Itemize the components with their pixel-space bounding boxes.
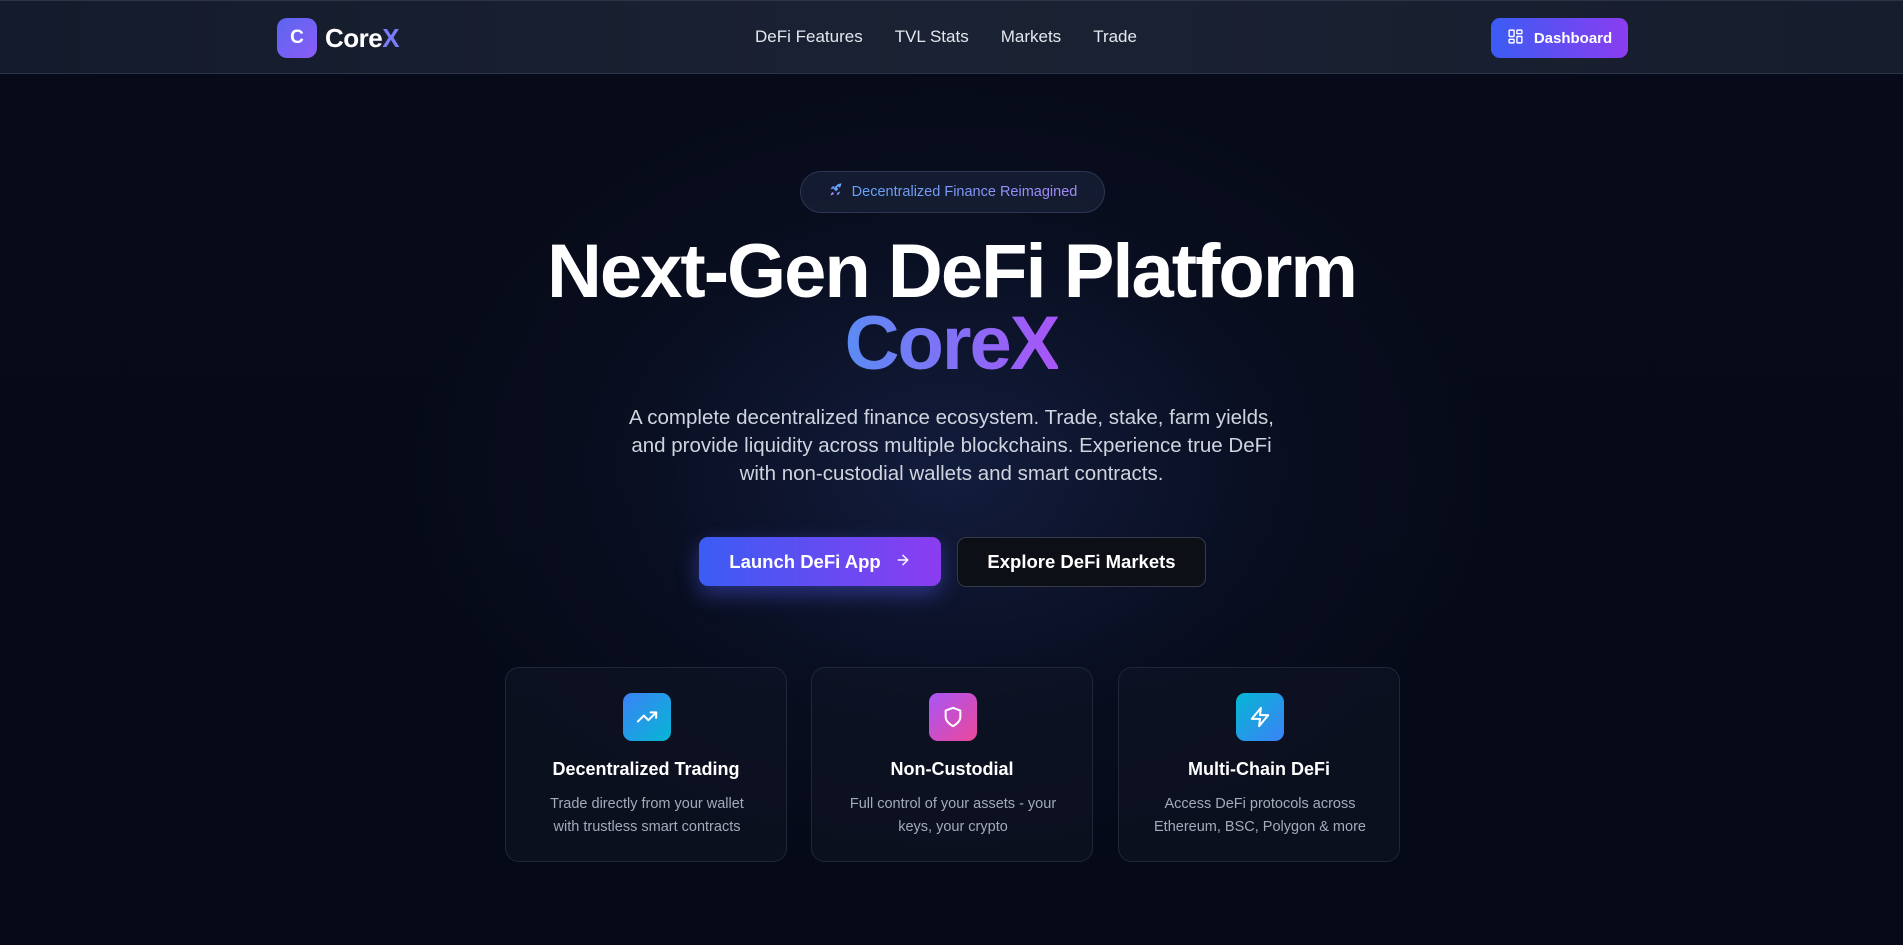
feature-card-multi-chain: Multi-Chain DeFi Access DeFi protocols a… bbox=[1118, 667, 1400, 862]
hero-title-accent: CoreX bbox=[0, 304, 1903, 384]
logo-letter: C bbox=[290, 27, 304, 48]
hero-title-brand: CoreX bbox=[844, 301, 1061, 386]
arrow-right-icon bbox=[895, 551, 911, 573]
hero-tagline-text: Decentralized Finance Reimagined bbox=[851, 184, 1078, 200]
logo-badge: C bbox=[277, 18, 317, 58]
feature-card-title: Multi-Chain DeFi bbox=[1188, 759, 1330, 779]
hero-subtitle: A complete decentralized finance ecosyst… bbox=[629, 406, 1274, 485]
shield-icon bbox=[929, 693, 977, 741]
rocket-icon bbox=[828, 182, 844, 202]
nav-link-markets[interactable]: Markets bbox=[1001, 27, 1061, 47]
brand-logo[interactable]: C CoreX bbox=[277, 18, 400, 58]
hero-title: Next-Gen DeFi Platform bbox=[546, 229, 1358, 314]
trending-up-icon bbox=[623, 693, 671, 741]
explore-defi-markets-button[interactable]: Explore DeFi Markets bbox=[957, 537, 1206, 587]
grid-icon bbox=[1507, 28, 1524, 49]
nav-link-tvl-stats[interactable]: TVL Stats bbox=[895, 27, 969, 47]
nav-links: DeFi Features TVL Stats Markets Trade bbox=[755, 27, 1137, 47]
logo-wordmark: CoreX bbox=[325, 22, 400, 54]
zap-icon bbox=[1236, 693, 1284, 741]
feature-card-title: Non-Custodial bbox=[890, 759, 1014, 779]
logo-text-main: Core bbox=[325, 22, 383, 53]
explore-defi-markets-label: Explore DeFi Markets bbox=[987, 551, 1176, 572]
top-navigation-bar: C CoreX DeFi Features TVL Stats Markets … bbox=[0, 0, 1903, 74]
nav-link-trade[interactable]: Trade bbox=[1093, 27, 1137, 47]
feature-card-title: Decentralized Trading bbox=[552, 759, 740, 779]
feature-card-description: Trade directly from your wallet with tru… bbox=[550, 796, 744, 835]
feature-card-description: Full control of your assets - your keys,… bbox=[849, 796, 1057, 835]
launch-defi-app-label: Launch DeFi App bbox=[729, 550, 881, 572]
hero-tagline-pill: Decentralized Finance Reimagined bbox=[800, 171, 1105, 213]
dashboard-button[interactable]: Dashboard bbox=[1491, 18, 1628, 58]
launch-defi-app-button[interactable]: Launch DeFi App bbox=[699, 537, 941, 586]
feature-card-description: Access DeFi protocols across Ethereum, B… bbox=[1154, 796, 1366, 835]
nav-link-defi-features[interactable]: DeFi Features bbox=[755, 27, 863, 47]
feature-card-non-custodial: Non-Custodial Full control of your asset… bbox=[811, 667, 1093, 862]
feature-card-trading: Decentralized Trading Trade directly fro… bbox=[505, 667, 787, 862]
logo-text-accent: X bbox=[382, 22, 400, 53]
dashboard-button-label: Dashboard bbox=[1533, 29, 1613, 47]
